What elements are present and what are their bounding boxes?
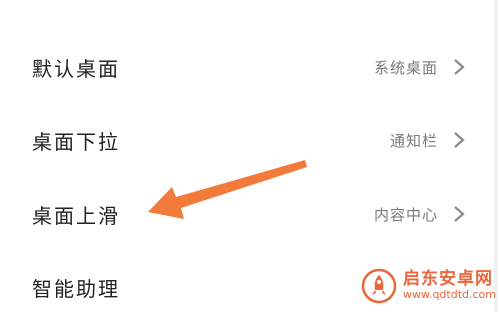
watermark-url: www.qdtdtd.com	[402, 288, 496, 302]
annotation-arrow-icon	[148, 160, 307, 219]
watermark-name: 启东安卓网	[402, 269, 493, 290]
watermark: 启东安卓网 www.qdtdtd.com	[361, 268, 496, 304]
rocket-logo-icon	[361, 268, 397, 304]
